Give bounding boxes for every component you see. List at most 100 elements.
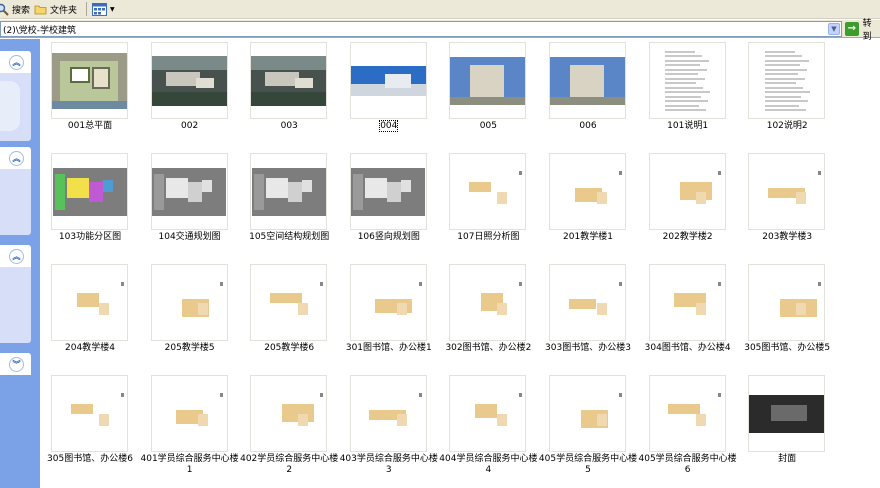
drawing-sheet-thumbnail bbox=[152, 278, 227, 327]
file-thumbnail-item[interactable]: 103功能分区图 bbox=[40, 150, 140, 260]
file-name-label: 405学员综合服务中心楼5 bbox=[538, 454, 638, 475]
file-thumbnail-item[interactable]: 305图书馆、办公楼6 bbox=[40, 372, 140, 482]
file-thumbnail-item[interactable]: 106竖向规划图 bbox=[339, 150, 439, 260]
file-thumbnail-item[interactable]: 005 bbox=[438, 39, 538, 149]
file-thumbnail-item[interactable]: 004 bbox=[339, 39, 439, 149]
drawing-sheet-thumbnail bbox=[650, 278, 725, 327]
collapse-chevron-icon[interactable]: ︽ bbox=[9, 249, 24, 264]
file-thumbnail-item[interactable]: 304图书馆、办公楼4 bbox=[638, 261, 738, 371]
drawing-sheet-thumbnail bbox=[749, 167, 824, 216]
thumbnail-frame bbox=[648, 375, 726, 452]
thumbnail-frame bbox=[449, 42, 527, 119]
file-name-label: 002 bbox=[181, 121, 199, 131]
task-panel-header[interactable]: ︽ bbox=[0, 147, 31, 169]
panel-preview-graphic bbox=[0, 81, 20, 131]
file-thumbnail-item[interactable]: 202教学楼2 bbox=[638, 150, 738, 260]
file-thumbnail-item[interactable]: 006 bbox=[538, 39, 638, 149]
thumbnail-frame bbox=[449, 264, 527, 341]
file-name-label: 103功能分区图 bbox=[58, 232, 122, 242]
exterior-render-thumbnail bbox=[450, 56, 526, 105]
file-thumbnail-item[interactable]: 402学员综合服务中心楼2 bbox=[239, 372, 339, 482]
file-thumbnail-item[interactable]: 105空间结构规划图 bbox=[239, 150, 339, 260]
toolbar: 搜索 文件夹 ▼ bbox=[0, 0, 880, 19]
drawing-sheet-thumbnail bbox=[450, 167, 525, 216]
file-name-label: 402学员综合服务中心楼2 bbox=[240, 454, 339, 475]
file-thumbnail-item[interactable]: 302图书馆、办公楼2 bbox=[438, 261, 538, 371]
document-page-thumbnail bbox=[760, 45, 813, 116]
file-thumbnail-item[interactable]: 404学员综合服务中心楼4 bbox=[438, 372, 538, 482]
file-name-label: 302图书馆、办公楼2 bbox=[445, 343, 532, 353]
task-panel-header[interactable]: ︽ bbox=[0, 245, 31, 267]
task-panel-header[interactable]: ︾ bbox=[0, 353, 31, 375]
drawing-sheet-thumbnail bbox=[450, 389, 525, 438]
drawing-sheet-thumbnail bbox=[52, 389, 127, 438]
file-thumbnail-item[interactable]: 205教学楼5 bbox=[140, 261, 240, 371]
file-name-label: 202教学楼2 bbox=[662, 232, 713, 242]
address-dropdown-icon[interactable]: ▼ bbox=[828, 23, 840, 35]
file-thumbnail-item[interactable]: 201教学楼1 bbox=[538, 150, 638, 260]
file-thumbnail-item[interactable]: 205教学楼6 bbox=[239, 261, 339, 371]
exterior-render-thumbnail bbox=[550, 56, 625, 105]
task-panel-4: ︾ bbox=[0, 353, 31, 375]
toolbar-separator bbox=[86, 2, 87, 16]
file-thumbnail-item[interactable]: 405学员综合服务中心楼6 bbox=[638, 372, 738, 482]
file-thumbnail-item[interactable]: 107日照分析图 bbox=[438, 150, 538, 260]
task-panel-2: ︽ bbox=[0, 147, 31, 235]
file-name-label: 104交通规划图 bbox=[158, 232, 221, 242]
aerial-render-thumbnail bbox=[251, 55, 327, 106]
address-field[interactable]: (2)\党校-学校建筑 ▼ bbox=[0, 21, 842, 37]
thumbnail-frame bbox=[549, 153, 626, 230]
file-thumbnail-item[interactable]: 405学员综合服务中心楼5 bbox=[538, 372, 638, 482]
file-name-label: 105空间结构规划图 bbox=[249, 232, 330, 242]
file-thumbnail-item[interactable]: 401学员综合服务中心楼1 bbox=[140, 372, 240, 482]
file-name-label: 204教学楼4 bbox=[65, 343, 115, 353]
file-thumbnail-item[interactable]: 封面 bbox=[737, 372, 837, 482]
collapse-chevron-icon[interactable]: ︽ bbox=[9, 55, 24, 70]
file-name-label: 401学员综合服务中心楼1 bbox=[140, 454, 239, 475]
file-thumbnail-item[interactable]: 203教学楼3 bbox=[737, 150, 837, 260]
search-button[interactable]: 搜索 bbox=[0, 1, 30, 17]
thumbnail-frame bbox=[349, 375, 427, 452]
file-thumbnail-item[interactable]: 305图书馆、办公楼5 bbox=[737, 261, 837, 371]
file-name-label: 205教学楼5 bbox=[164, 343, 215, 353]
drawing-sheet-thumbnail bbox=[251, 278, 326, 327]
thumbnail-frame bbox=[349, 42, 427, 119]
file-thumbnail-item[interactable]: 101说明1 bbox=[638, 39, 738, 149]
thumbnail-frame bbox=[549, 375, 626, 452]
plan-drawing-thumbnail bbox=[152, 167, 227, 216]
file-name-label: 303图书馆、办公楼3 bbox=[545, 343, 631, 353]
cover-render-thumbnail bbox=[749, 394, 825, 433]
plan-drawing-thumbnail bbox=[351, 167, 426, 216]
expand-chevron-icon[interactable]: ︾ bbox=[9, 357, 24, 372]
file-thumbnail-item[interactable]: 003 bbox=[239, 39, 339, 149]
thumbnail-frame bbox=[250, 264, 328, 341]
file-thumbnail-item[interactable]: 001总平面 bbox=[40, 39, 140, 149]
task-panel-header[interactable]: ︽ bbox=[0, 51, 31, 73]
go-button[interactable]: → 转到 bbox=[845, 19, 880, 42]
drawing-sheet-thumbnail bbox=[52, 278, 127, 327]
thumbnail-frame bbox=[549, 264, 626, 341]
file-name-label: 405学员综合服务中心楼6 bbox=[638, 454, 737, 475]
file-name-label: 107日照分析图 bbox=[457, 232, 520, 242]
file-thumbnail-item[interactable]: 104交通规划图 bbox=[140, 150, 240, 260]
file-name-label: 004 bbox=[379, 120, 399, 132]
drawing-sheet-thumbnail bbox=[749, 278, 824, 327]
drawing-sheet-thumbnail bbox=[251, 389, 326, 438]
file-thumbnail-item[interactable]: 204教学楼4 bbox=[40, 261, 140, 371]
thumbnail-frame bbox=[150, 375, 228, 452]
file-name-label: 205教学楼6 bbox=[264, 343, 315, 353]
file-name-label: 封面 bbox=[778, 454, 797, 464]
file-thumbnail-item[interactable]: 403学员综合服务中心楼3 bbox=[339, 372, 439, 482]
folders-button[interactable]: 文件夹 bbox=[34, 1, 77, 17]
file-thumbnail-item[interactable]: 102说明2 bbox=[737, 39, 837, 149]
views-button[interactable]: ▼ bbox=[92, 1, 115, 17]
collapse-chevron-icon[interactable]: ︽ bbox=[9, 151, 24, 166]
file-name-label: 301图书馆、办公楼1 bbox=[345, 343, 432, 353]
file-thumbnail-item[interactable]: 301图书馆、办公楼1 bbox=[339, 261, 439, 371]
file-thumbnail-item[interactable]: 002 bbox=[140, 39, 240, 149]
file-name-label: 203教学楼3 bbox=[762, 232, 813, 242]
file-thumbnail-item[interactable]: 303图书馆、办公楼3 bbox=[538, 261, 638, 371]
search-icon bbox=[0, 3, 9, 16]
thumbnail-frame bbox=[549, 42, 626, 119]
plan-drawing-thumbnail bbox=[52, 167, 127, 216]
